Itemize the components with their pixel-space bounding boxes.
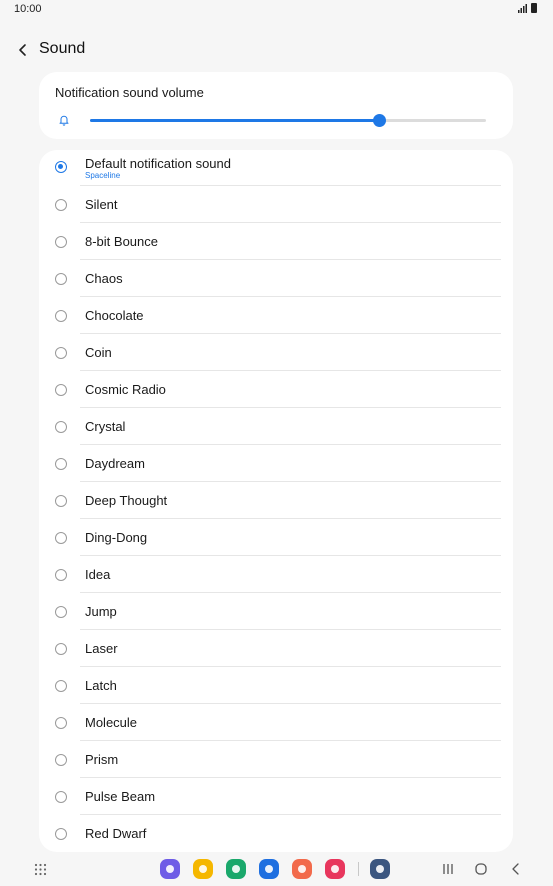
sound-option-label: Molecule (85, 715, 138, 730)
messages-app-icon[interactable] (259, 859, 279, 879)
sound-option-label: Chocolate (85, 308, 144, 323)
sound-option[interactable]: Daydream (39, 445, 513, 482)
page-title: Sound (39, 40, 86, 57)
sound-option[interactable]: Prism (39, 741, 513, 778)
sound-option[interactable]: Coin (39, 334, 513, 371)
sound-option-label: Silent (85, 197, 118, 212)
phone-app-icon[interactable] (226, 859, 246, 879)
sound-option-label: Daydream (85, 456, 145, 471)
radio-button[interactable] (55, 458, 67, 470)
radio-button[interactable] (55, 421, 67, 433)
header: Sound (0, 36, 553, 64)
home-button[interactable] (474, 862, 488, 876)
screen-recorder-app-icon[interactable] (325, 859, 345, 879)
sound-option-label: Chaos (85, 271, 123, 286)
radio-button[interactable] (55, 236, 67, 248)
app-glyph (265, 865, 273, 873)
sound-option[interactable]: Jump (39, 593, 513, 630)
radio-button[interactable] (55, 754, 67, 766)
sound-list: Default notification sound Spaceline Silen… (39, 150, 513, 852)
dock-separator (358, 862, 359, 876)
sound-option-label: Red Dwarf (85, 826, 147, 841)
sound-option[interactable]: Cosmic Radio (39, 371, 513, 408)
sound-option[interactable]: 8-bit Bounce (39, 223, 513, 260)
radio-button[interactable] (55, 347, 67, 359)
radio-button[interactable] (55, 532, 67, 544)
sound-option[interactable]: Deep Thought (39, 482, 513, 519)
radio-button[interactable] (55, 310, 67, 322)
sound-option-label: Jump (85, 604, 117, 619)
volume-slider-thumb[interactable] (372, 114, 386, 127)
sound-option[interactable]: Laser (39, 630, 513, 667)
radio-button[interactable] (55, 273, 67, 285)
volume-slider-fill (90, 119, 380, 122)
sound-option-label: Prism (85, 752, 119, 767)
app-glyph (376, 865, 384, 873)
radio-button[interactable] (55, 606, 67, 618)
back-nav-button[interactable] (509, 862, 523, 876)
app-glyph (232, 865, 240, 873)
radio-button[interactable] (55, 161, 67, 173)
sound-option[interactable]: Pulse Beam (39, 778, 513, 815)
sound-option[interactable]: Chaos (39, 260, 513, 297)
radio-button[interactable] (55, 717, 67, 729)
sound-option-label: Crystal (85, 419, 126, 434)
status-time: 10:00 (14, 3, 42, 15)
sound-option[interactable]: Crystal (39, 408, 513, 445)
sound-option-label: Ding-Dong (85, 530, 148, 545)
volume-label: Notification sound volume (55, 85, 204, 100)
radio-button[interactable] (55, 680, 67, 692)
app-glyph (298, 865, 306, 873)
sound-option[interactable]: Default notification sound Spaceline (39, 150, 513, 186)
back-button[interactable] (12, 38, 34, 62)
status-bar: 10:00 (0, 0, 553, 18)
sound-option-label: Default notification sound (85, 156, 231, 171)
settings-app-icon[interactable] (370, 859, 390, 879)
radio-button[interactable] (55, 828, 67, 840)
sound-option[interactable]: Chocolate (39, 297, 513, 334)
my-files-app-icon[interactable] (193, 859, 213, 879)
battery-icon (531, 3, 537, 13)
navigation-bar (0, 852, 553, 886)
app-glyph (331, 865, 339, 873)
status-icons (518, 3, 537, 13)
internet-app-icon[interactable] (160, 859, 180, 879)
apps-grid-icon[interactable] (34, 863, 47, 876)
app-glyph (199, 865, 207, 873)
bell-icon (59, 115, 69, 126)
radio-button[interactable] (55, 495, 67, 507)
sound-option-label: Coin (85, 345, 112, 360)
sound-option-label: Deep Thought (85, 493, 168, 508)
sound-option-label: Idea (85, 567, 111, 582)
sound-option[interactable]: Ding-Dong (39, 519, 513, 556)
radio-button[interactable] (55, 384, 67, 396)
sound-option-label: 8-bit Bounce (85, 234, 158, 249)
sound-option[interactable]: Latch (39, 667, 513, 704)
signal-icon (518, 3, 527, 13)
radio-button[interactable] (55, 643, 67, 655)
recent-apps-button[interactable] (441, 862, 455, 876)
app-glyph (166, 865, 174, 873)
sound-option[interactable]: Idea (39, 556, 513, 593)
sound-option-label: Laser (85, 641, 118, 656)
volume-card: Notification sound volume (39, 72, 513, 139)
contacts-app-icon[interactable] (292, 859, 312, 879)
sound-option-label: Cosmic Radio (85, 382, 166, 397)
radio-button[interactable] (55, 791, 67, 803)
sound-option-label: Latch (85, 678, 117, 693)
volume-slider[interactable] (90, 114, 486, 127)
sound-option[interactable]: Red Dwarf (39, 815, 513, 852)
radio-button[interactable] (55, 569, 67, 581)
chevron-left-icon (19, 44, 26, 56)
sound-option[interactable]: Silent (39, 186, 513, 223)
sound-option-label: Pulse Beam (85, 789, 156, 804)
sound-option[interactable]: Molecule (39, 704, 513, 741)
radio-button[interactable] (55, 199, 67, 211)
sound-option-subtitle: Spaceline (85, 171, 121, 180)
